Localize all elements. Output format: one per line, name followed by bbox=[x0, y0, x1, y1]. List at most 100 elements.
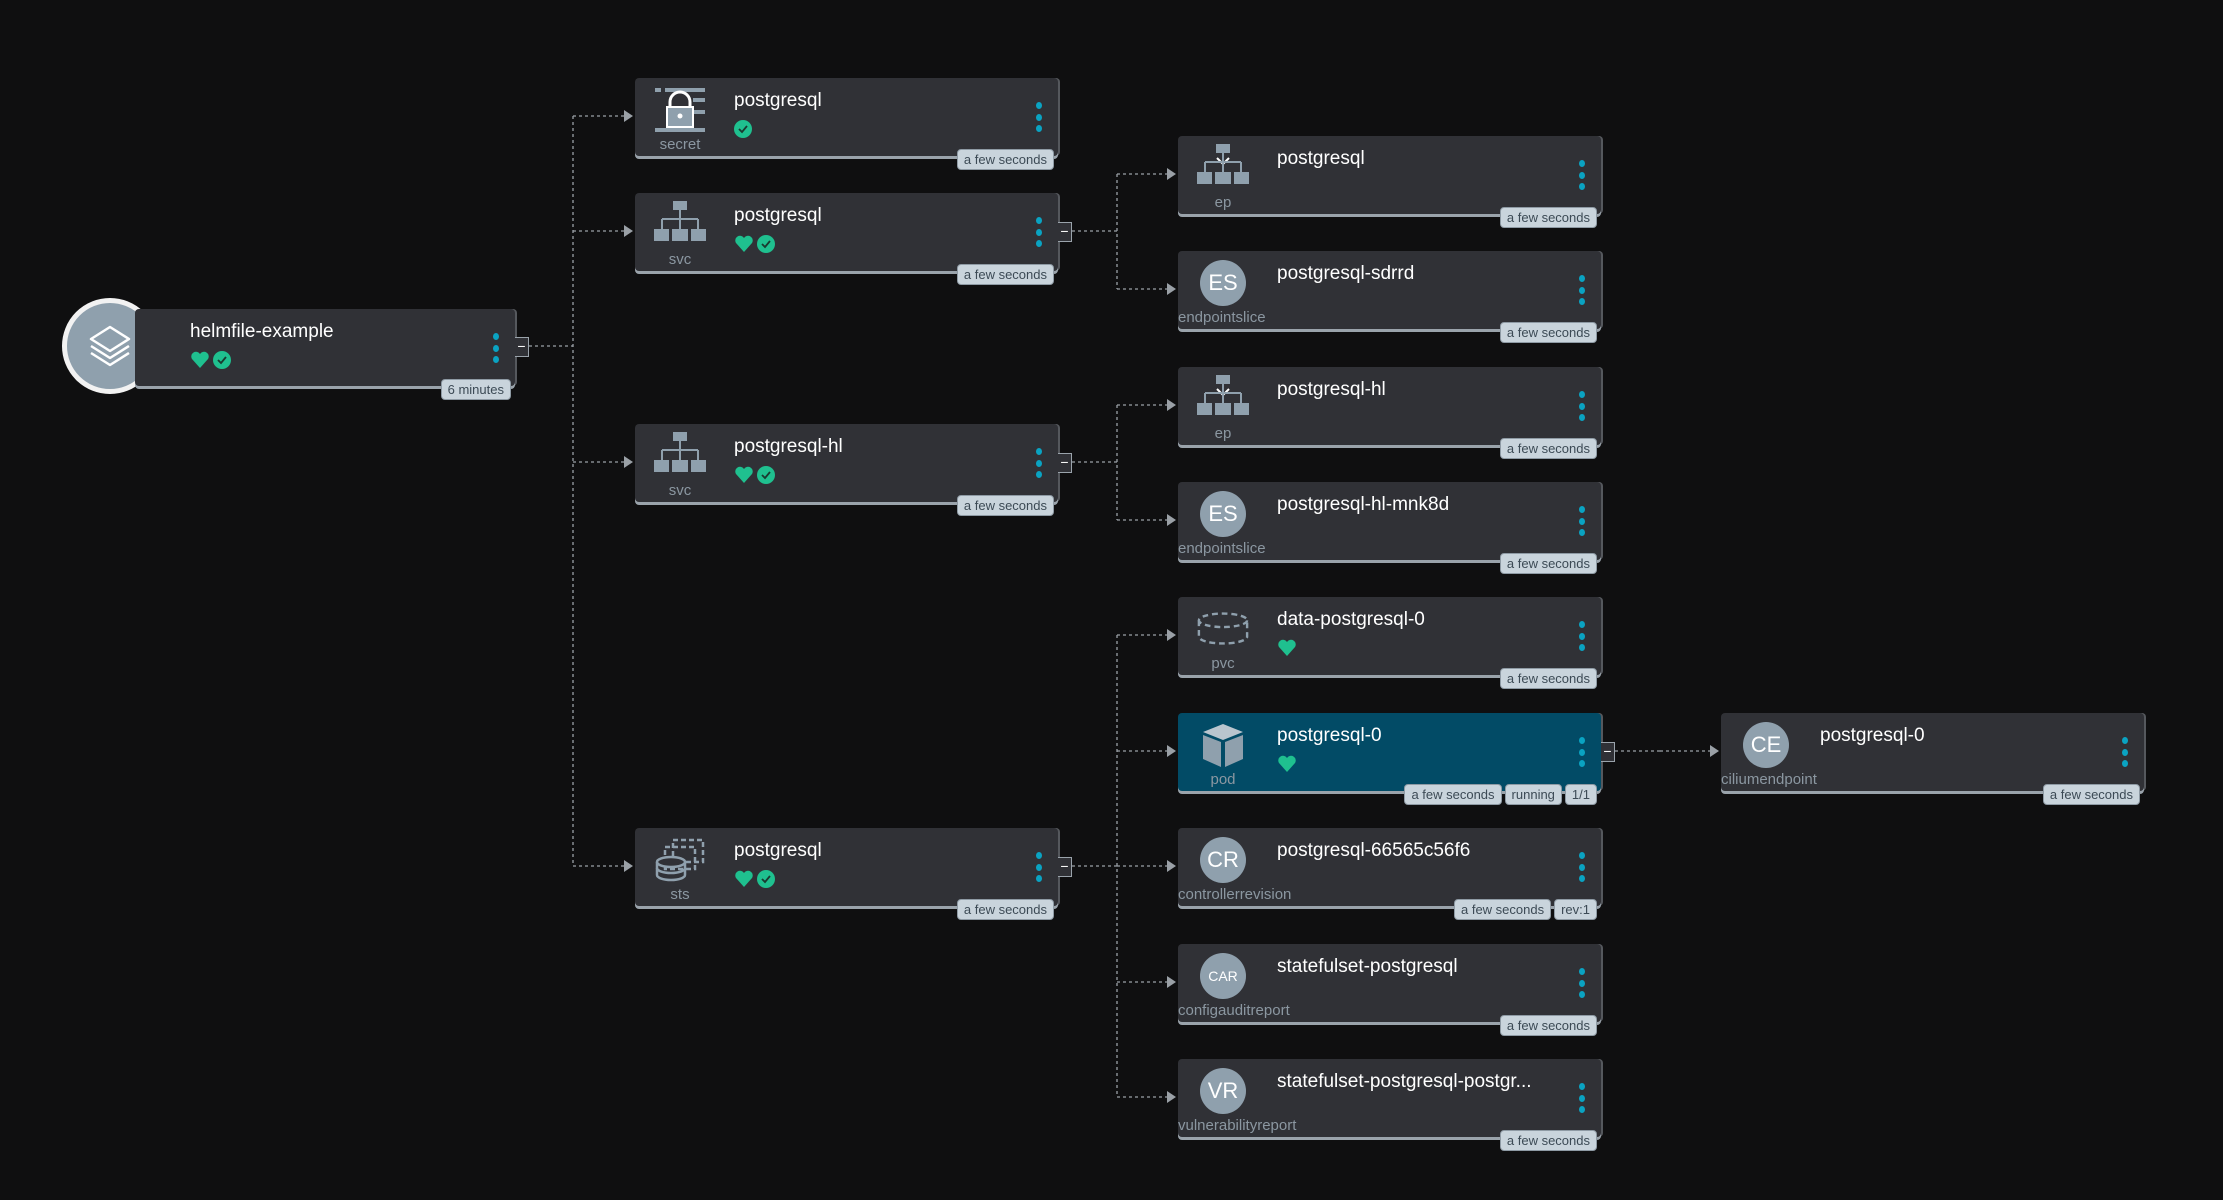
status-badge: a few seconds bbox=[2042, 784, 2140, 805]
kind-label: configauditreport bbox=[1178, 1002, 1290, 1019]
controllerrevision-icon: CR bbox=[1200, 837, 1246, 883]
health-status bbox=[190, 351, 231, 369]
node-menu-button[interactable] bbox=[1034, 217, 1044, 247]
kind-label: svc bbox=[668, 251, 692, 268]
kind-label: sts bbox=[670, 886, 690, 903]
resource-node-svc[interactable]: svc postgresql-hl a few seconds bbox=[635, 424, 1058, 516]
resource-node-svc[interactable]: svc postgresql a few seconds bbox=[635, 193, 1058, 285]
heart-icon bbox=[1278, 639, 1296, 656]
check-circle-icon bbox=[757, 466, 775, 484]
arrow-icon bbox=[1167, 1091, 1176, 1103]
collapse-toggle[interactable]: − bbox=[1058, 857, 1072, 877]
kind-label: controllerrevision bbox=[1178, 886, 1292, 903]
badges: a few seconds bbox=[956, 149, 1054, 170]
kind-icon: CAR bbox=[1196, 952, 1250, 1000]
edges bbox=[529, 110, 1719, 1103]
status-badge: a few seconds bbox=[1499, 207, 1597, 228]
node-name: postgresql-hl bbox=[1277, 379, 1386, 400]
resource-node-configauditreport[interactable]: CAR configauditreport statefulset-postgres… bbox=[1178, 944, 1601, 1036]
kind-label: secret bbox=[659, 136, 701, 153]
arrow-icon bbox=[624, 860, 633, 872]
endpoints-icon bbox=[1196, 143, 1250, 193]
arrow-icon bbox=[624, 110, 633, 122]
kind-icon bbox=[1196, 374, 1250, 423]
kind-icon bbox=[653, 836, 707, 884]
node-name: data-postgresql-0 bbox=[1277, 609, 1425, 630]
arrow-icon bbox=[1167, 976, 1176, 988]
kind-label: pod bbox=[1210, 771, 1236, 788]
badges: a few seconds bbox=[1499, 1015, 1597, 1036]
kind-label: endpointslice bbox=[1178, 309, 1266, 326]
status-badge: a few seconds bbox=[956, 495, 1054, 516]
node-name: postgresql-hl bbox=[734, 436, 843, 457]
layers-icon bbox=[89, 325, 131, 367]
resource-node-vulnerabilityreport[interactable]: VR vulnerabilityreport statefulset-postgre… bbox=[1178, 1059, 1601, 1151]
resource-node-pod[interactable]: pod postgresql-0 a few seconds running 1/1 bbox=[1178, 713, 1601, 805]
endpointslice-icon: ES bbox=[1200, 491, 1246, 537]
status-badge: a few seconds bbox=[1499, 1130, 1597, 1151]
age-badge: 6 minutes bbox=[440, 379, 511, 400]
node-name: postgresql bbox=[1277, 148, 1365, 169]
badges: a few seconds bbox=[1499, 553, 1597, 574]
statefulset-icon bbox=[655, 838, 705, 882]
kind-label: svc bbox=[668, 482, 692, 499]
node-menu-button[interactable] bbox=[1577, 968, 1587, 998]
health-status bbox=[734, 235, 775, 253]
badges: a few seconds rev:1 bbox=[1453, 899, 1597, 920]
node-menu-button[interactable] bbox=[1577, 737, 1587, 767]
status-badge: 1/1 bbox=[1564, 784, 1597, 805]
heart-icon bbox=[735, 466, 753, 483]
node-menu-button[interactable] bbox=[1577, 160, 1587, 190]
node-name: statefulset-postgresql-postgr... bbox=[1277, 1071, 1532, 1092]
resource-node-ciliumendpoint[interactable]: CE ciliumendpoint postgresql-0 a few second… bbox=[1721, 713, 2144, 805]
resource-node-endpointslice[interactable]: ES endpointslice postgresql-sdrrd a few sec… bbox=[1178, 251, 1601, 343]
node-menu-button[interactable] bbox=[1034, 448, 1044, 478]
collapse-toggle[interactable]: − bbox=[1058, 222, 1072, 242]
collapse-toggle[interactable]: − bbox=[1601, 742, 1615, 762]
resource-node-pvc[interactable]: pvc data-postgresql-0 a few seconds bbox=[1178, 597, 1601, 689]
status-badge: a few seconds bbox=[1499, 553, 1597, 574]
resource-node-sts[interactable]: sts postgresql a few seconds bbox=[635, 828, 1058, 920]
node-menu-button[interactable] bbox=[2120, 737, 2130, 767]
node-name: postgresql-0 bbox=[1277, 725, 1382, 746]
badges: a few seconds bbox=[1499, 438, 1597, 459]
arrow-icon bbox=[1167, 283, 1176, 295]
collapse-toggle[interactable]: − bbox=[1058, 453, 1072, 473]
kind-icon bbox=[653, 431, 707, 481]
kind-icon: ES bbox=[1196, 490, 1250, 538]
resource-node-endpointslice[interactable]: ES endpointslice postgresql-hl-mnk8d a few … bbox=[1178, 482, 1601, 574]
check-circle-icon bbox=[213, 351, 231, 369]
badges: a few seconds bbox=[956, 264, 1054, 285]
resource-node-ep[interactable]: ep postgresql-hl a few seconds bbox=[1178, 367, 1601, 459]
node-menu-button[interactable] bbox=[1034, 102, 1044, 132]
node-menu-button[interactable] bbox=[491, 333, 501, 363]
health-status bbox=[1277, 639, 1297, 657]
resource-node-ep[interactable]: ep postgresql a few seconds bbox=[1178, 136, 1601, 228]
collapse-toggle[interactable]: − bbox=[515, 337, 529, 357]
node-menu-button[interactable] bbox=[1577, 506, 1587, 536]
badges: a few seconds bbox=[2042, 784, 2140, 805]
check-circle-icon bbox=[734, 120, 752, 138]
service-icon bbox=[653, 431, 707, 481]
kind-icon: VR bbox=[1196, 1067, 1250, 1115]
heart-icon bbox=[735, 870, 753, 887]
resource-node-controllerrevision[interactable]: CR controllerrevision postgresql-66565c56f… bbox=[1178, 828, 1601, 920]
node-menu-button[interactable] bbox=[1577, 275, 1587, 305]
status-badge: a few seconds bbox=[956, 264, 1054, 285]
node-menu-button[interactable] bbox=[1577, 391, 1587, 421]
node-name: statefulset-postgresql bbox=[1277, 956, 1458, 977]
arrow-icon bbox=[624, 225, 633, 237]
node-menu-button[interactable] bbox=[1577, 852, 1587, 882]
kind-icon bbox=[1196, 605, 1250, 653]
endpointslice-icon: ES bbox=[1200, 260, 1246, 306]
node-name: postgresql bbox=[734, 90, 822, 111]
badges: a few seconds bbox=[1499, 1130, 1597, 1151]
node-menu-button[interactable] bbox=[1577, 621, 1587, 651]
resource-node-secret[interactable]: secret postgresql a few seconds bbox=[635, 78, 1058, 170]
status-badge: rev:1 bbox=[1554, 899, 1597, 920]
node-menu-button[interactable] bbox=[1577, 1083, 1587, 1113]
kind-icon: CE bbox=[1739, 721, 1793, 769]
node-menu-button[interactable] bbox=[1034, 852, 1044, 882]
application-node[interactable]: helmfile-example 6 minutes bbox=[135, 309, 515, 400]
node-name: postgresql-sdrrd bbox=[1277, 263, 1415, 284]
